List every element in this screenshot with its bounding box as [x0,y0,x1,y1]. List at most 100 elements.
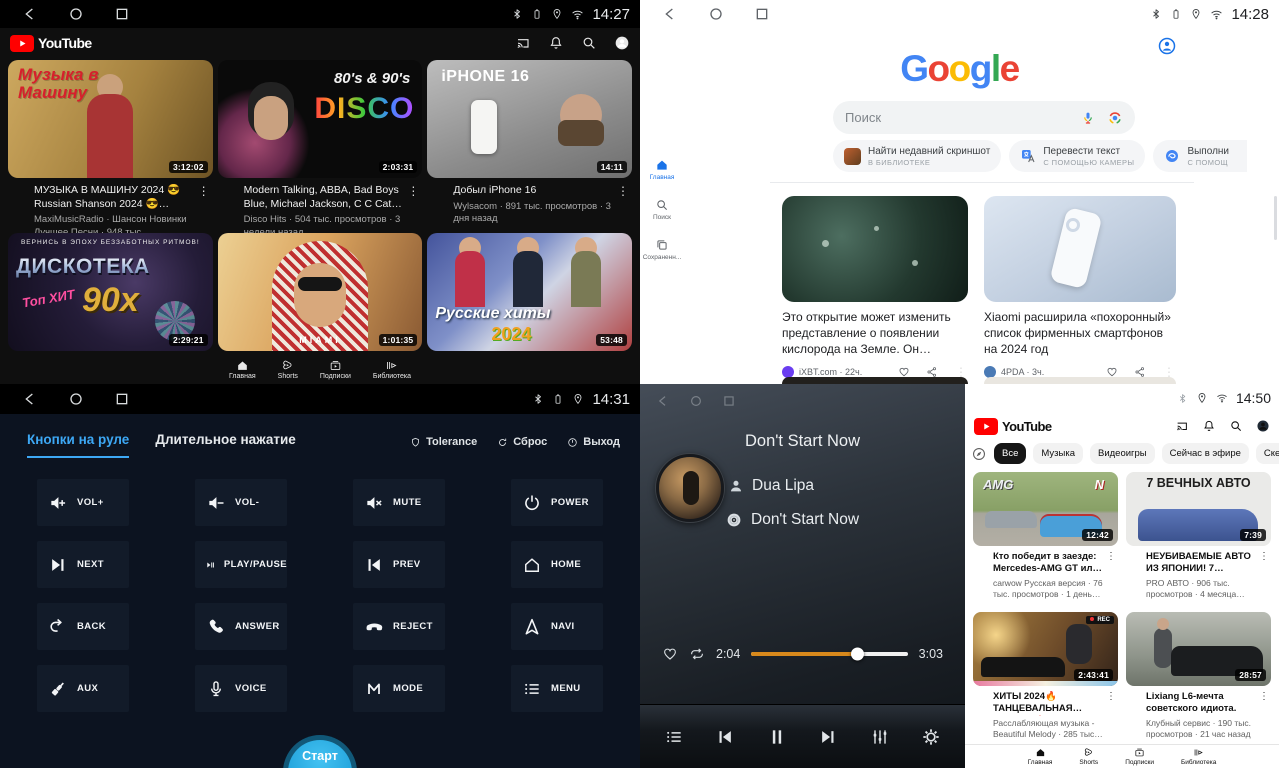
nav-recents-icon[interactable] [754,6,770,22]
key-power[interactable]: POWER [511,479,603,526]
news-card[interactable]: Это открытие может изменить представлени… [782,196,968,379]
chip-live[interactable]: Сейчас в эфире [1162,443,1249,464]
google-lens-icon[interactable] [1107,110,1123,126]
video-card[interactable]: MIAMI 1:01:35 Top Mix Deep House Miami M… [218,233,423,371]
cast-icon[interactable] [515,35,531,51]
explore-compass-icon[interactable] [971,446,987,462]
video-title[interactable]: ХИТЫ 2024🔥 ТАНЦЕВАЛЬНАЯ МУЗЫКА🔥 СБОРНИК … [993,691,1104,716]
nav-home-icon[interactable] [689,394,703,408]
key-back[interactable]: BACK [37,603,129,650]
seek-handle[interactable] [851,648,864,661]
video-card[interactable]: 7 ВЕЧНЫХ АВТО 7:39 НЕУБИВАЕМЫЕ АВТО ИЗ Я… [1126,472,1271,601]
cast-icon[interactable] [1175,419,1189,433]
video-title[interactable]: НЕУБИВАЕМЫЕ АВТО ИЗ ЯПОНИИ! 7 ЛУЧШИХ ВАР… [1146,551,1257,576]
video-thumbnail[interactable]: Музыка вМашину 3:12:02 [8,60,213,178]
chip-actions[interactable]: Выполни С ПОМОЩ [1153,140,1247,172]
nav-tab-subscriptions[interactable]: Подписки [1125,747,1154,766]
nav-tab-home[interactable]: Главная [229,359,256,380]
video-thumbnail[interactable]: REC 2:43:41 [973,612,1118,686]
news-headline[interactable]: Это открытие может изменить представлени… [782,310,968,357]
chip-music[interactable]: Музыка [1033,443,1083,464]
key-answer[interactable]: ANSWER [195,603,287,650]
youtube-logo[interactable]: YouTube [10,35,92,52]
seek-bar[interactable] [751,652,907,656]
video-card[interactable]: Русские хиты 2024 53:48 РУССКИЕ ХИТЫ 202… [427,233,632,371]
nav-tab-library[interactable]: Библиотека [1181,747,1216,766]
video-card[interactable]: REC 2:43:41 ХИТЫ 2024🔥 ТАНЦЕВАЛЬНАЯ МУЗЫ… [973,612,1118,741]
tab-steering-keys[interactable]: Кнопки на руле [27,432,129,458]
news-image[interactable] [984,196,1176,302]
nav-back-icon[interactable] [22,391,38,407]
nav-tab-subscriptions[interactable]: Подписки [320,359,351,380]
video-thumbnail[interactable]: 28:57 [1126,612,1271,686]
search-icon[interactable] [1229,419,1243,433]
video-title[interactable]: Lixiang L6-мечта советского идиота. [1146,691,1257,716]
nav-home-icon[interactable] [68,6,84,22]
equalizer-icon[interactable] [870,727,890,747]
scrollbar[interactable] [1274,196,1277,240]
tab-long-press[interactable]: Длительное нажатие [155,432,295,458]
nav-recents-icon[interactable] [114,391,130,407]
news-headline[interactable]: Xiaomi расширила «похоронный» список фир… [984,310,1176,357]
nav-home-icon[interactable] [708,6,724,22]
more-options-icon[interactable] [197,184,211,240]
tolerance-button[interactable]: Tolerance [410,436,477,448]
key-aux[interactable]: AUX [37,665,129,712]
nav-tab-home[interactable]: Главная [1028,747,1053,766]
key-navi[interactable]: NAVI [511,603,603,650]
chip-translate[interactable]: Перевести текст С ПОМОЩЬЮ КАМЕРЫ [1009,140,1145,172]
key-vol-minus[interactable]: VOL- [195,479,287,526]
notifications-icon[interactable] [548,35,564,51]
key-mode[interactable]: MODE [353,665,445,712]
previous-track-icon[interactable] [715,727,735,747]
video-thumbnail[interactable]: 80's & 90's DISCO 2:03:31 [218,60,423,178]
key-mute[interactable]: MUTE [353,479,445,526]
key-voice[interactable]: VOICE [195,665,287,712]
video-card[interactable]: AMG N 12:42 Кто победит в заезде: Merced… [973,472,1118,601]
video-thumbnail[interactable]: MIAMI 1:01:35 [218,233,423,351]
nav-tab-shorts[interactable]: Shorts [278,359,298,380]
pause-icon[interactable] [767,727,787,747]
video-card[interactable]: 28:57 Lixiang L6-мечта советского идиота… [1126,612,1271,741]
video-title[interactable]: Добыл iPhone 16 [453,184,616,198]
video-card[interactable]: Музыка вМашину 3:12:02 МУЗЫКА В МАШИНУ 2… [8,60,213,240]
nav-recents-icon[interactable] [722,394,736,408]
video-thumbnail[interactable]: Русские хиты 2024 53:48 [427,233,632,351]
key-next[interactable]: NEXT [37,541,129,588]
rail-item-search[interactable]: Поиск [653,198,671,221]
key-home[interactable]: HOME [511,541,603,588]
key-vol-plus[interactable]: VOL+ [37,479,129,526]
nav-recents-icon[interactable] [114,6,130,22]
news-card[interactable]: Xiaomi расширила «похоронный» список фир… [984,196,1176,379]
nav-tab-shorts[interactable]: Shorts [1079,747,1098,766]
more-options-icon[interactable] [406,184,420,240]
more-options-icon[interactable] [1104,691,1118,741]
exit-button[interactable]: Выход [567,436,620,448]
queue-icon[interactable] [664,727,684,747]
start-button[interactable]: Старт [283,735,357,768]
nav-back-icon[interactable] [22,6,38,22]
video-title[interactable]: Modern Talking, ABBA, Bad Boys Blue, Mic… [244,184,407,211]
chip-sketch[interactable]: Скетч-шоу [1256,443,1279,464]
video-thumbnail[interactable]: iPHONE 16 14:11 [427,60,632,178]
video-card[interactable]: ВЕРНИСЬ В ЭПОХУ БЕЗЗАБОТНЫХ РИТМОВ! ДИСК… [8,233,213,371]
video-thumbnail[interactable]: AMG N 12:42 [973,472,1118,546]
nav-back-icon[interactable] [656,394,670,408]
key-play-pause[interactable]: PLAY/PAUSE [195,541,287,588]
more-options-icon[interactable] [1104,551,1118,601]
video-card[interactable]: 80's & 90's DISCO 2:03:31 Modern Talking… [218,60,423,240]
notifications-icon[interactable] [1202,419,1216,433]
news-image[interactable] [782,196,968,302]
avatar[interactable] [1256,419,1270,433]
nav-home-icon[interactable] [68,391,84,407]
video-thumbnail[interactable]: ВЕРНИСЬ В ЭПОХУ БЕЗЗАБОТНЫХ РИТМОВ! ДИСК… [8,233,213,351]
key-reject[interactable]: REJECT [353,603,445,650]
youtube-logo[interactable]: YouTube [974,418,1051,435]
more-options-icon[interactable] [616,184,630,226]
nav-tab-library[interactable]: Библиотека [373,359,411,380]
settings-gear-icon[interactable] [921,727,941,747]
more-options-icon[interactable] [1257,551,1271,601]
rail-item-home[interactable]: Главная [650,158,675,181]
search-icon[interactable] [581,35,597,51]
search-input[interactable]: Поиск [833,101,1135,134]
